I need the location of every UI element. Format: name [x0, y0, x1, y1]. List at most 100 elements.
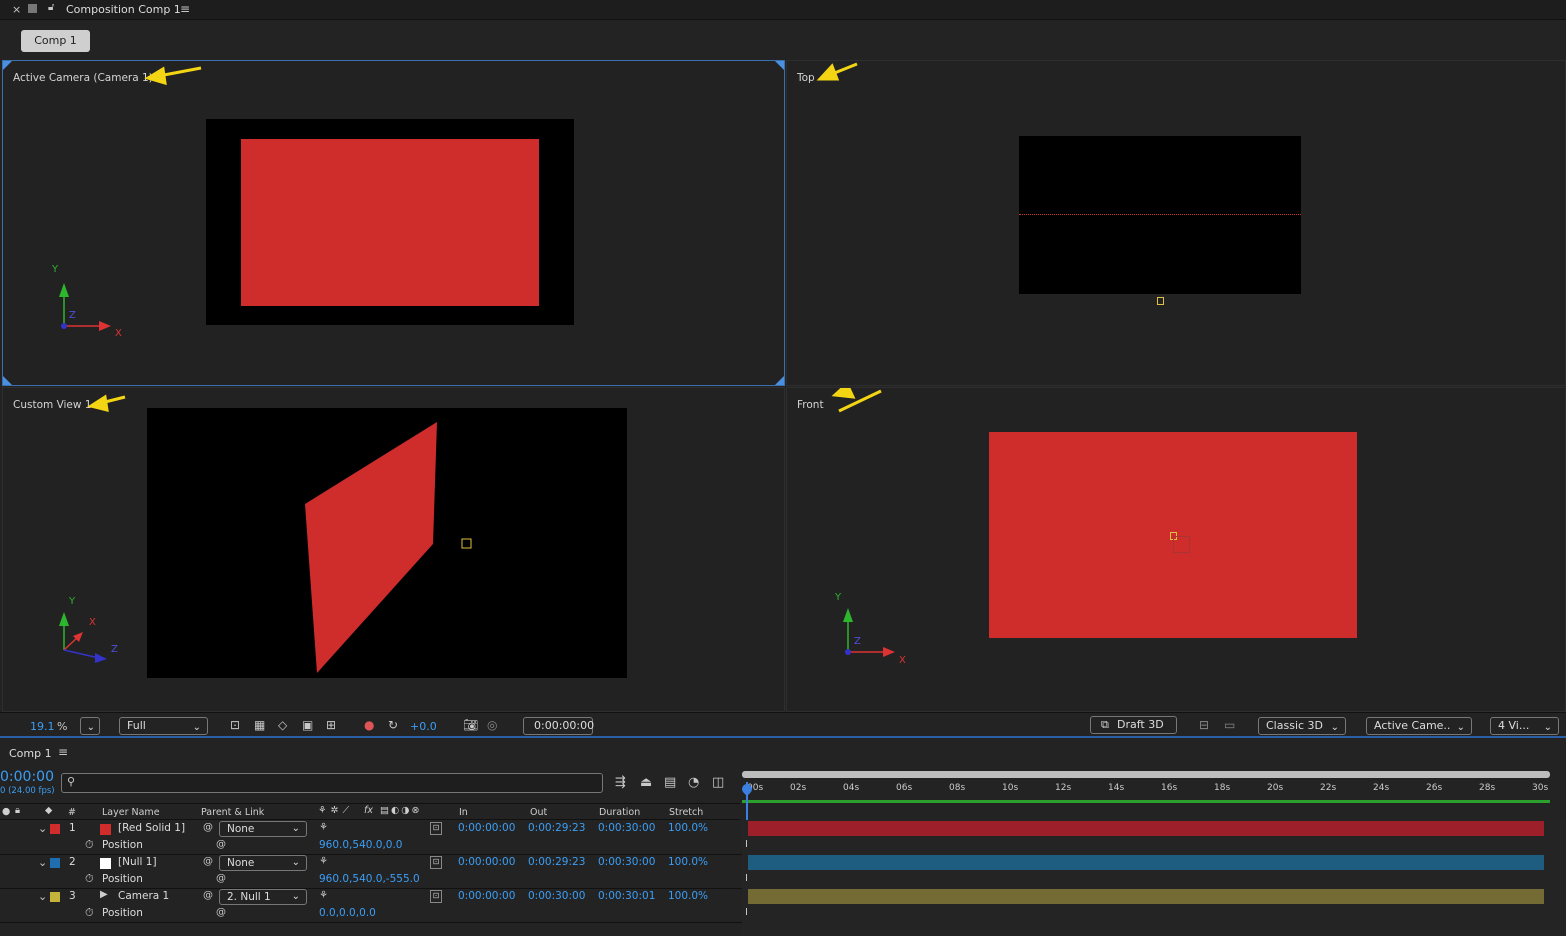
parent-dropdown[interactable]: 2. Null 1 ⌄ — [219, 889, 307, 905]
lock-column-icon[interactable]: 🔒︎ — [15, 805, 20, 816]
close-icon[interactable]: × — [12, 3, 21, 16]
property-row[interactable]: ⏱ Position @ 960.0,540.0,-555.0 — [0, 872, 740, 889]
layer-name-column-header[interactable]: Layer Name — [102, 807, 160, 818]
viewer-top[interactable]: Top — [786, 60, 1566, 386]
keyframe-marker-icon[interactable]: I — [745, 907, 748, 918]
out-time[interactable]: 0:00:30:00 — [528, 890, 585, 902]
transparency-grid-icon[interactable]: ▦ — [254, 718, 265, 732]
composition-mini-flowchart-icon[interactable]: ⇶ — [615, 775, 626, 790]
property-row[interactable]: ⏱ Position @ 960.0,540.0,0.0 — [0, 838, 740, 855]
keyframe-marker-icon[interactable]: I — [745, 873, 748, 884]
tab-comp-1[interactable]: Comp 1 — [21, 30, 90, 52]
label-color-swatch[interactable] — [50, 892, 60, 902]
motion-blur-icon[interactable]: ◔ — [688, 775, 699, 790]
layer-bar-red-solid[interactable] — [748, 821, 1544, 836]
expand-chevron-icon[interactable]: ⌄ — [38, 856, 47, 869]
snapshot-camera-icon[interactable]: 📷︎ — [463, 718, 478, 732]
expression-pick-whip-icon[interactable]: @ — [216, 873, 226, 884]
label-column-icon[interactable]: ◆ — [45, 805, 52, 816]
expression-pick-whip-icon[interactable]: @ — [216, 839, 226, 850]
in-time[interactable]: 0:00:00:00 — [458, 856, 515, 868]
mask-visibility-icon[interactable]: ◇ — [278, 718, 287, 732]
frame-blending-icon[interactable]: ▤ — [664, 775, 676, 790]
renderer-button[interactable]: ⧉ Draft 3D — [1090, 716, 1177, 734]
exposure-value[interactable]: +0.0 — [410, 720, 437, 733]
work-area-bar[interactable] — [742, 771, 1550, 778]
stretch-column-header[interactable]: Stretch — [669, 807, 703, 818]
show-snapshot-icon[interactable]: ◎ — [487, 718, 497, 732]
3d-layer-switch-icon[interactable]: ⊡ — [430, 890, 442, 903]
view-layout-dropdown[interactable]: 4 Vi... ⌄ — [1490, 717, 1559, 735]
extended-viewer-icon[interactable]: ⊟ — [1199, 718, 1209, 732]
lock-icon[interactable]: 🔓︎ — [48, 2, 54, 13]
label-color-swatch[interactable] — [50, 858, 60, 868]
pick-whip-icon[interactable]: @ — [203, 822, 213, 833]
stopwatch-icon[interactable]: ⏱ — [85, 906, 94, 920]
graph-editor-icon[interactable]: ◫ — [712, 775, 724, 790]
3d-layer-switch-icon[interactable]: ⊡ — [430, 856, 442, 869]
grid-guides-icon[interactable]: ⊞ — [326, 718, 336, 732]
property-value[interactable]: 960.0,540.0,0.0 — [319, 839, 403, 851]
out-time[interactable]: 0:00:29:23 — [528, 856, 585, 868]
in-column-header[interactable]: In — [459, 807, 468, 818]
layer-row[interactable]: ⌄ 1 [Red Solid 1] @ None ⌄ ⚘ ⊡ 0:00:00:00… — [0, 821, 740, 838]
viewer-active-camera[interactable]: Active Camera (Camera 1) Y Z X — [2, 60, 785, 386]
layer-name[interactable]: [Null 1] — [118, 856, 157, 868]
number-column-header[interactable]: # — [68, 807, 76, 818]
pick-whip-icon[interactable]: @ — [203, 856, 213, 867]
draft-3d-toggle-icon[interactable]: ⏏ — [640, 775, 652, 790]
3d-layer-switch-icon[interactable]: ⊡ — [430, 822, 442, 835]
layer-row[interactable]: ⌄ 3 ▶ Camera 1 @ 2. Null 1 ⌄ ⚘ ⊡ 0:00:00:… — [0, 889, 740, 906]
stretch-value[interactable]: 100.0% — [668, 822, 708, 834]
video-toggle-icon[interactable]: ● — [2, 806, 10, 817]
reset-exposure-icon[interactable]: ↻ — [388, 718, 398, 732]
stretch-value[interactable]: 100.0% — [668, 856, 708, 868]
fast-preview-icon[interactable]: ⊡ — [230, 718, 240, 732]
panel-menu-icon[interactable]: ≡ — [58, 745, 68, 759]
expand-chevron-icon[interactable]: ⌄ — [38, 890, 47, 903]
out-column-header[interactable]: Out — [530, 807, 547, 818]
zoom-value[interactable]: 19.1 — [30, 720, 55, 733]
parent-dropdown[interactable]: None ⌄ — [219, 855, 307, 871]
duration-column-header[interactable]: Duration — [599, 807, 640, 818]
hamburger-icon[interactable]: ≡ — [180, 2, 190, 16]
stopwatch-icon[interactable]: ⏱ — [85, 838, 94, 852]
zoom-dropdown[interactable]: ⌄ — [80, 717, 100, 735]
layer-name[interactable]: [Red Solid 1] — [118, 822, 185, 834]
in-time[interactable]: 0:00:00:00 — [458, 822, 515, 834]
label-color-swatch[interactable] — [50, 824, 60, 834]
pick-whip-icon[interactable]: @ — [203, 890, 213, 901]
search-input[interactable]: ⚲ — [61, 773, 603, 793]
expression-pick-whip-icon[interactable]: @ — [216, 907, 226, 918]
property-value[interactable]: 960.0,540.0,-555.0 — [319, 873, 420, 885]
current-time-field[interactable]: 0:00:00:00 — [523, 717, 594, 735]
current-time-display[interactable]: 0:00:00 — [0, 769, 54, 785]
renderer-type-dropdown[interactable]: Classic 3D ⌄ — [1258, 717, 1346, 735]
viewer-front[interactable]: Front Y Z X — [786, 387, 1566, 712]
out-time[interactable]: 0:00:29:23 — [528, 822, 585, 834]
resolution-dropdown[interactable]: Full ⌄ — [119, 717, 208, 735]
property-row[interactable]: ⏱ Position @ 0.0,0.0,0.0 — [0, 906, 740, 923]
camera-view-dropdown[interactable]: Active Came.. ⌄ — [1366, 717, 1472, 735]
shy-switch-icon[interactable]: ⚘ — [319, 856, 328, 867]
3d-ground-plane-icon[interactable]: ▭ — [1224, 718, 1235, 732]
region-of-interest-icon[interactable]: ▣ — [302, 718, 313, 732]
layer-name[interactable]: Camera 1 — [118, 890, 169, 902]
parent-dropdown[interactable]: None ⌄ — [219, 821, 307, 837]
layer-row[interactable]: ⌄ 2 [Null 1] @ None ⌄ ⚘ ⊡ 0:00:00:00 0:00… — [0, 855, 740, 872]
time-ruler[interactable]: 00s 02s 04s 06s 08s 10s 12s 14s 16s 18s 20s 22s 24s 2… — [742, 781, 1552, 799]
in-time[interactable]: 0:00:00:00 — [458, 890, 515, 902]
viewer-custom-view[interactable]: Custom View 1 Y X Z — [2, 387, 785, 712]
layer-bar-camera[interactable] — [748, 889, 1544, 904]
stopwatch-icon[interactable]: ⏱ — [85, 872, 94, 886]
keyframe-marker-icon[interactable]: I — [745, 839, 748, 850]
parent-column-header[interactable]: Parent & Link — [201, 807, 264, 818]
timeline-comp-name[interactable]: Comp 1 — [9, 747, 52, 760]
expand-chevron-icon[interactable]: ⌄ — [38, 822, 47, 835]
duration-time[interactable]: 0:00:30:00 — [598, 822, 655, 834]
shy-switch-icon[interactable]: ⚘ — [319, 890, 328, 901]
property-value[interactable]: 0.0,0.0,0.0 — [319, 907, 376, 919]
duration-time[interactable]: 0:00:30:01 — [598, 890, 655, 902]
layer-bar-null[interactable] — [748, 855, 1544, 870]
shy-switch-icon[interactable]: ⚘ — [319, 822, 328, 833]
